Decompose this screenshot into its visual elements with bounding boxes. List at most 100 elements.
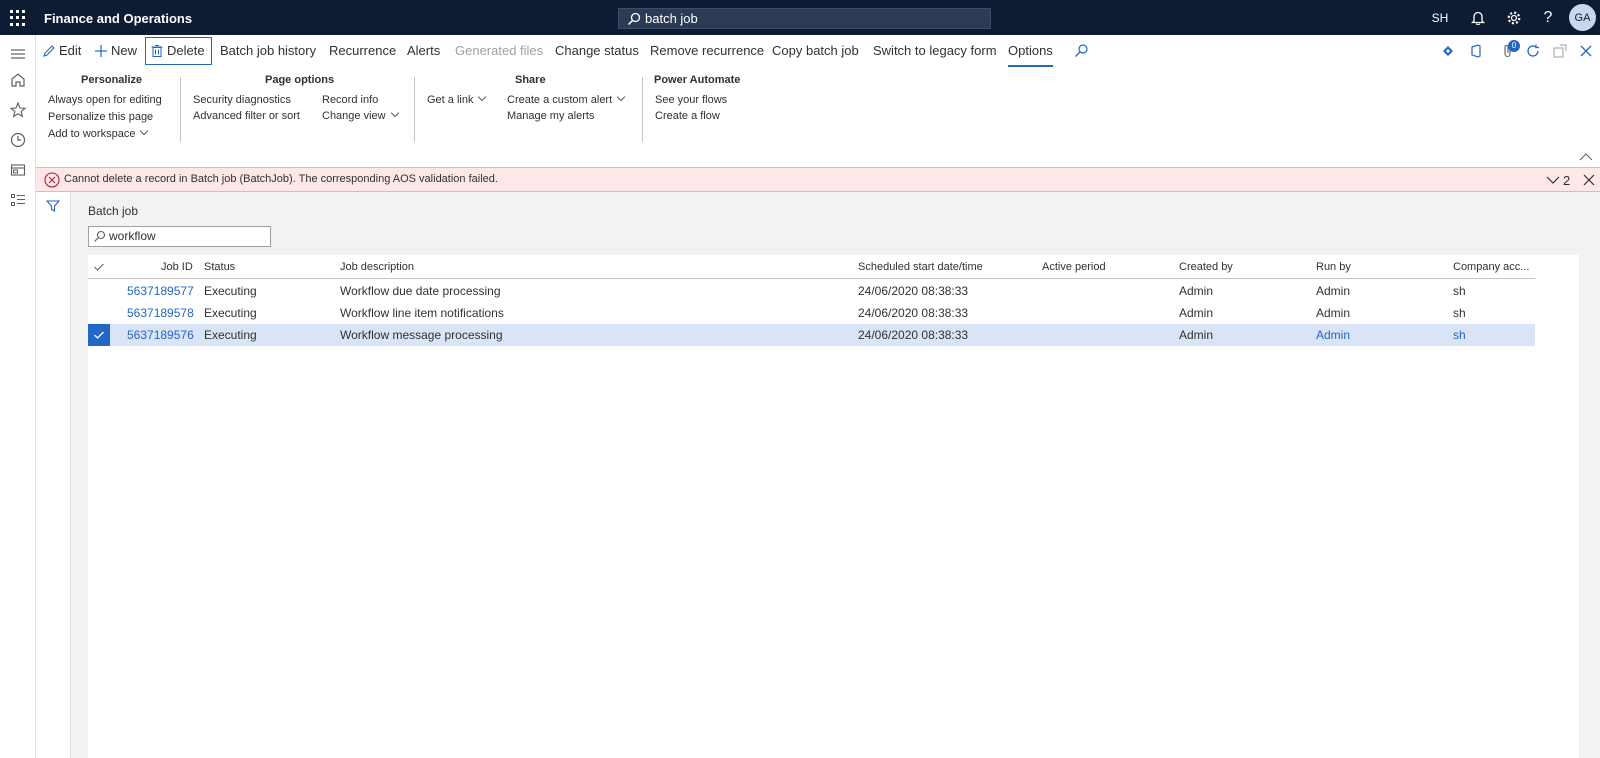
tab-options[interactable]: Options bbox=[1008, 35, 1053, 67]
share-group-title: Share bbox=[515, 74, 546, 86]
help-icon[interactable]: ? bbox=[1536, 0, 1560, 35]
switch-legacy-form-button[interactable]: Switch to legacy form bbox=[873, 35, 997, 67]
add-to-workspace-label: Add to workspace bbox=[48, 128, 136, 140]
description-cell: Workflow line item notifications bbox=[340, 306, 504, 320]
favorites-star-icon[interactable] bbox=[9, 101, 27, 119]
home-icon[interactable] bbox=[9, 71, 27, 89]
edit-button[interactable]: Edit bbox=[42, 35, 81, 67]
action-search-icon[interactable] bbox=[1073, 43, 1089, 59]
job-id-link[interactable]: 5637189578 bbox=[127, 306, 194, 320]
left-navigation bbox=[0, 35, 36, 758]
get-a-link-label: Get a link bbox=[427, 94, 474, 106]
table-row-selected[interactable]: 5637189576 Executing Workflow message pr… bbox=[88, 324, 1535, 346]
advanced-filter-button[interactable]: Advanced filter or sort bbox=[193, 110, 300, 122]
remove-recurrence-button[interactable]: Remove recurrence bbox=[650, 35, 764, 67]
main-content: Batch job workflow Job ID Status Job des… bbox=[71, 192, 1600, 758]
security-diagnostics-button[interactable]: Security diagnostics bbox=[193, 94, 291, 106]
filter-pane-strip bbox=[36, 192, 71, 758]
power-automate-group-title: Power Automate bbox=[654, 74, 741, 86]
change-view-label: Change view bbox=[322, 110, 386, 122]
workspaces-icon[interactable] bbox=[9, 161, 27, 179]
app-launcher-icon[interactable] bbox=[10, 10, 26, 26]
company-cell: sh bbox=[1453, 306, 1466, 320]
chevron-down-icon bbox=[616, 92, 626, 102]
refresh-icon[interactable] bbox=[1525, 43, 1541, 59]
created-by-cell: Admin bbox=[1179, 306, 1214, 320]
table-row[interactable]: 5637189578 Executing Workflow line item … bbox=[88, 302, 1535, 324]
scheduled-cell: 24/06/2020 08:38:33 bbox=[858, 306, 969, 320]
see-your-flows-button[interactable]: See your flows bbox=[655, 94, 727, 106]
quick-filter-value: workflow bbox=[109, 229, 156, 243]
quick-filter-input[interactable]: workflow bbox=[88, 226, 271, 247]
ribbon-divider bbox=[642, 77, 643, 142]
get-a-link-dropdown[interactable]: Get a link bbox=[427, 92, 487, 106]
created-by-cell: Admin bbox=[1179, 284, 1214, 298]
company-cell[interactable]: sh bbox=[1453, 328, 1466, 342]
pencil-icon bbox=[43, 45, 55, 57]
options-ribbon: Personalize Always open for editing Pers… bbox=[36, 67, 1600, 167]
settings-gear-icon[interactable] bbox=[1502, 0, 1526, 35]
always-open-for-editing-button[interactable]: Always open for editing bbox=[48, 94, 162, 106]
job-id-link[interactable]: 5637189576 bbox=[127, 328, 194, 342]
change-status-button[interactable]: Change status bbox=[555, 35, 639, 67]
column-header-status[interactable]: Status bbox=[204, 261, 235, 273]
error-circle-x-icon bbox=[44, 172, 60, 188]
column-header-scheduled-start[interactable]: Scheduled start date/time bbox=[858, 261, 983, 273]
copy-batch-job-button[interactable]: Copy batch job bbox=[772, 35, 859, 67]
recurrence-button[interactable]: Recurrence bbox=[329, 35, 396, 67]
action-pane: Edit New Delete Batch job history Recurr… bbox=[36, 35, 1600, 67]
add-to-workspace-dropdown[interactable]: Add to workspace bbox=[48, 126, 149, 140]
company-picker[interactable]: SH bbox=[1426, 0, 1454, 35]
column-header-run-by[interactable]: Run by bbox=[1316, 261, 1351, 273]
filter-funnel-icon[interactable] bbox=[46, 199, 60, 213]
expand-messages-button[interactable]: 2 bbox=[1546, 170, 1570, 190]
hamburger-menu-icon[interactable] bbox=[9, 45, 27, 63]
checkmark-icon bbox=[94, 331, 104, 339]
manage-my-alerts-button[interactable]: Manage my alerts bbox=[507, 110, 594, 122]
ribbon-divider bbox=[180, 77, 181, 142]
create-custom-alert-dropdown[interactable]: Create a custom alert bbox=[507, 92, 626, 106]
job-id-link[interactable]: 5637189577 bbox=[127, 284, 194, 298]
record-info-button[interactable]: Record info bbox=[322, 94, 378, 106]
column-header-created-by[interactable]: Created by bbox=[1179, 261, 1233, 273]
row-selected-checkbox[interactable] bbox=[88, 324, 110, 346]
column-header-active-period[interactable]: Active period bbox=[1042, 261, 1106, 273]
column-header-job-description[interactable]: Job description bbox=[340, 261, 414, 273]
column-header-job-id[interactable]: Job ID bbox=[161, 261, 193, 273]
column-header-company-accounts[interactable]: Company acc... bbox=[1453, 261, 1529, 273]
run-by-cell[interactable]: Admin bbox=[1316, 328, 1350, 342]
power-apps-diamond-icon[interactable] bbox=[1440, 43, 1456, 59]
notifications-bell-icon[interactable] bbox=[1466, 0, 1490, 35]
personalize-group-title: Personalize bbox=[81, 74, 143, 86]
created-by-cell: Admin bbox=[1179, 328, 1214, 342]
new-button[interactable]: New bbox=[94, 35, 137, 67]
message-count: 2 bbox=[1563, 172, 1571, 188]
select-all-checkmark-icon[interactable] bbox=[93, 261, 105, 273]
office-icon[interactable] bbox=[1468, 43, 1484, 59]
batch-job-grid: Job ID Status Job description Scheduled … bbox=[88, 255, 1579, 758]
dismiss-message-close-icon[interactable] bbox=[1583, 174, 1595, 186]
error-message-text: Cannot delete a record in Batch job (Bat… bbox=[64, 173, 498, 185]
description-cell: Workflow message processing bbox=[340, 328, 503, 342]
modules-list-icon[interactable] bbox=[9, 191, 27, 209]
recent-clock-icon[interactable] bbox=[9, 131, 27, 149]
change-view-dropdown[interactable]: Change view bbox=[322, 108, 399, 122]
status-cell: Executing bbox=[204, 284, 257, 298]
plus-icon bbox=[95, 45, 107, 57]
create-custom-alert-label: Create a custom alert bbox=[507, 94, 613, 106]
generated-files-button[interactable]: Generated files bbox=[455, 35, 543, 67]
open-new-window-icon[interactable] bbox=[1552, 43, 1568, 59]
global-search-input[interactable]: batch job bbox=[618, 8, 991, 29]
delete-button[interactable]: Delete bbox=[145, 37, 212, 65]
close-page-icon[interactable] bbox=[1578, 43, 1594, 59]
create-a-flow-button[interactable]: Create a flow bbox=[655, 110, 720, 122]
table-row[interactable]: 5637189577 Executing Workflow due date p… bbox=[88, 280, 1535, 302]
batch-job-history-button[interactable]: Batch job history bbox=[220, 35, 316, 67]
company-cell: sh bbox=[1453, 284, 1466, 298]
chevron-down-icon bbox=[1546, 176, 1560, 184]
personalize-this-page-button[interactable]: Personalize this page bbox=[48, 111, 153, 123]
chevron-down-icon bbox=[390, 108, 399, 118]
collapse-ribbon-chevron-up-icon[interactable] bbox=[1579, 153, 1593, 161]
user-avatar[interactable]: GA bbox=[1569, 4, 1596, 31]
alerts-button[interactable]: Alerts bbox=[407, 35, 440, 67]
